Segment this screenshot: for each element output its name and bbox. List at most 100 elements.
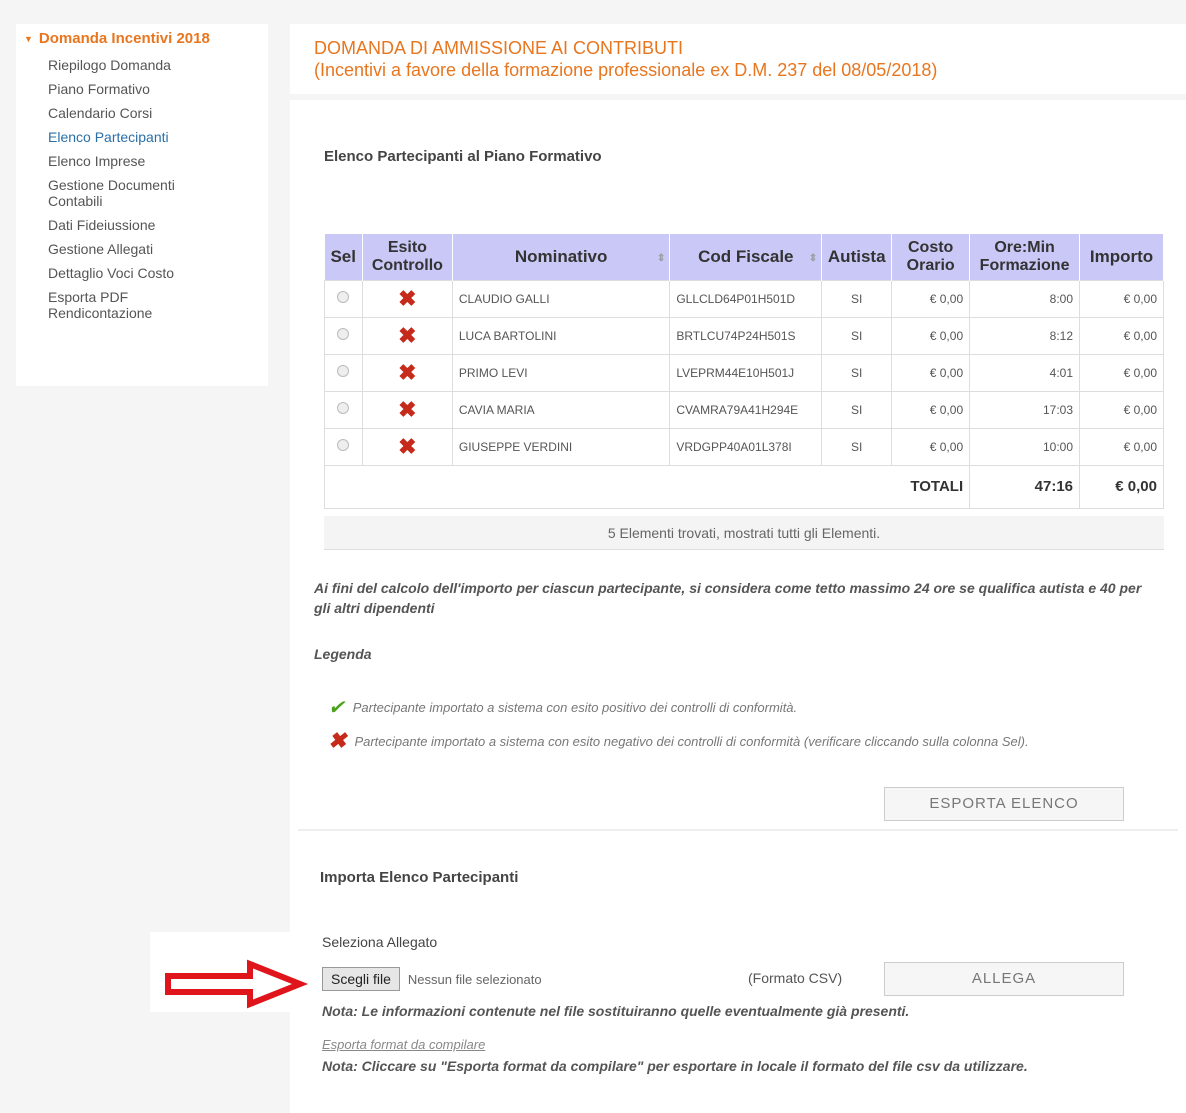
sidebar: ▼ Domanda Incentivi 2018 Riepilogo Doman…	[16, 24, 268, 386]
section-divider	[298, 829, 1178, 831]
column-header-importo[interactable]: Importo	[1079, 234, 1164, 280]
totals-ore: 47:16	[969, 464, 1081, 509]
importo-cell: € 0,00	[1079, 353, 1164, 392]
sidebar-item-elenco-imprese[interactable]: Elenco Imprese	[48, 153, 268, 169]
sidebar-item-esporta-pdf-rendicontazione[interactable]: Esporta PDF Rendicontazione	[48, 289, 168, 321]
column-header-ore-min-formazione[interactable]: Ore:Min Formazione	[969, 234, 1081, 280]
select-radio[interactable]	[337, 402, 350, 414]
page-subtitle: (Incentivi a favore della formazione pro…	[314, 60, 938, 80]
choose-file-button[interactable]: Scegli file	[322, 967, 400, 991]
select-radio[interactable]	[337, 439, 350, 451]
page-title: DOMANDA DI AMMISSIONE AI CONTRIBUTI	[314, 38, 684, 58]
checkmark-icon: ✔	[328, 697, 345, 719]
file-status-text: Nessun file selezionato	[407, 971, 542, 987]
ore-formazione-cell: 17:03	[969, 390, 1081, 429]
x-mark-icon: ✖	[328, 728, 347, 753]
export-list-button[interactable]: ESPORTA ELENCO	[884, 787, 1124, 821]
costo-orario-cell: € 0,00	[891, 427, 971, 466]
sidebar-group-title: Domanda Incentivi 2018	[38, 30, 210, 47]
sidebar-item-dettaglio-voci-costo[interactable]: Dettaglio Voci Costo	[48, 265, 268, 281]
attach-button[interactable]: ALLEGA	[884, 962, 1124, 996]
sidebar-item-calendario-corsi[interactable]: Calendario Corsi	[48, 105, 268, 121]
table-row: ✖ CAVIA MARIA CVAMRA79A41H294E SI € 0,00…	[324, 390, 1164, 429]
ore-formazione-cell: 8:00	[969, 279, 1081, 318]
sidebar-item-piano-formativo[interactable]: Piano Formativo	[48, 81, 268, 97]
ore-formazione-cell: 4:01	[969, 353, 1081, 392]
participants-table: Sel Esito Controllo Nominativo ⇕ Cod Fisc…	[323, 234, 1164, 509]
nominativo-cell: PRIMO LEVI	[451, 353, 671, 392]
column-header-sel[interactable]: Sel	[324, 234, 363, 280]
column-header-cod-fiscale-label: Cod Fiscale	[698, 246, 794, 266]
cod-fiscale-cell: GLLCLD64P01H501D	[669, 279, 823, 318]
table-row: ✖ PRIMO LEVI LVEPRM44E10H501J SI € 0,00 …	[324, 353, 1164, 392]
sidebar-item-gestione-allegati[interactable]: Gestione Allegati	[48, 241, 268, 257]
column-header-esito-controllo[interactable]: Esito Controllo	[362, 234, 453, 280]
sel-cell	[324, 316, 363, 355]
sel-cell	[324, 427, 363, 466]
totals-row: TOTALI 47:16 € 0,00	[323, 464, 1164, 509]
export-format-link[interactable]: Esporta format da compilare	[322, 1037, 485, 1052]
autista-cell: SI	[821, 316, 893, 355]
format-label: (Formato CSV)	[748, 970, 843, 986]
table-row: ✖ CLAUDIO GALLI GLLCLD64P01H501D SI € 0,…	[324, 279, 1164, 318]
column-header-nominativo[interactable]: Nominativo ⇕	[452, 234, 671, 280]
autista-cell: SI	[821, 353, 893, 392]
esito-cell: ✖	[361, 316, 453, 355]
importo-cell: € 0,00	[1079, 427, 1164, 466]
x-mark-icon: ✖	[398, 285, 417, 311]
esito-cell: ✖	[361, 353, 453, 392]
calculation-note: Ai fini del calcolo dell'importo per cia…	[314, 580, 1142, 616]
select-radio[interactable]	[337, 328, 350, 340]
costo-orario-cell: € 0,00	[891, 316, 971, 355]
column-header-esito-controllo-label: Esito Controllo	[371, 238, 443, 274]
select-radio[interactable]	[337, 291, 350, 303]
annotation-area	[150, 932, 310, 1012]
sidebar-item-elenco-partecipanti[interactable]: Elenco Partecipanti	[48, 129, 268, 145]
nominativo-cell: CLAUDIO GALLI	[451, 279, 671, 318]
x-mark-icon: ✖	[398, 396, 417, 422]
x-mark-icon: ✖	[398, 359, 417, 385]
totals-importo: € 0,00	[1079, 464, 1164, 509]
select-attachment-label: Seleziona Allegato	[322, 934, 438, 950]
replace-note: Nota: Le informazioni contenute nel file…	[322, 1003, 910, 1019]
sidebar-item-gestione-documenti-contabili[interactable]: Gestione Documenti Contabili	[48, 177, 198, 209]
column-header-cod-fiscale[interactable]: Cod Fiscale ⇕	[669, 234, 823, 280]
sort-icon: ⇕	[808, 253, 818, 264]
ore-formazione-cell: 8:12	[969, 316, 1081, 355]
cod-fiscale-cell: BRTLCU74P24H501S	[669, 316, 823, 355]
esito-cell: ✖	[361, 427, 453, 466]
column-header-autista[interactable]: Autista	[821, 234, 893, 280]
importo-cell: € 0,00	[1079, 279, 1164, 318]
esito-cell: ✖	[361, 279, 453, 318]
costo-orario-cell: € 0,00	[891, 390, 971, 429]
sel-cell	[324, 353, 363, 392]
file-input[interactable]: Scegli file Nessun file selezionato	[322, 967, 542, 991]
sidebar-group-header[interactable]: ▼ Domanda Incentivi 2018	[24, 30, 268, 47]
sidebar-item-riepilogo-domanda[interactable]: Riepilogo Domanda	[48, 57, 268, 73]
legend-positive-text: Partecipante importato a sistema con esi…	[352, 700, 798, 715]
totals-label: TOTALI	[891, 464, 971, 509]
participants-section-title: Elenco Partecipanti al Piano Formativo	[324, 148, 602, 165]
page-header: DOMANDA DI AMMISSIONE AI CONTRIBUTI (Inc…	[290, 24, 1186, 94]
select-radio[interactable]	[337, 365, 350, 377]
cod-fiscale-cell: LVEPRM44E10H501J	[669, 353, 823, 392]
nominativo-cell: GIUSEPPE VERDINI	[451, 427, 671, 466]
esito-cell: ✖	[361, 390, 453, 429]
sort-icon: ⇕	[656, 253, 666, 264]
main-panel: Elenco Partecipanti al Piano Formativo S…	[290, 100, 1186, 1113]
column-header-costo-orario[interactable]: Costo Orario	[891, 234, 971, 280]
red-arrow-icon	[165, 959, 309, 1009]
autista-cell: SI	[821, 390, 893, 429]
autista-cell: SI	[821, 279, 893, 318]
table-header-row: Sel Esito Controllo Nominativo ⇕ Cod Fisc…	[324, 234, 1164, 280]
cod-fiscale-cell: VRDGPP40A01L378I	[669, 427, 823, 466]
legend-negative: ✖ Partecipante importato a sistema con e…	[328, 728, 1029, 754]
export-format-note: Nota: Cliccare su "Esporta format da com…	[322, 1058, 1028, 1074]
table-row: ✖ GIUSEPPE VERDINI VRDGPP40A01L378I SI €…	[324, 427, 1164, 466]
legend-title: Legenda	[314, 646, 372, 662]
table-footer-count: 5 Elementi trovati, mostrati tutti gli E…	[324, 516, 1164, 550]
cod-fiscale-cell: CVAMRA79A41H294E	[669, 390, 823, 429]
caret-down-icon: ▼	[24, 33, 33, 44]
x-mark-icon: ✖	[398, 433, 417, 459]
sidebar-item-dati-fideiussione[interactable]: Dati Fideiussione	[48, 217, 268, 233]
